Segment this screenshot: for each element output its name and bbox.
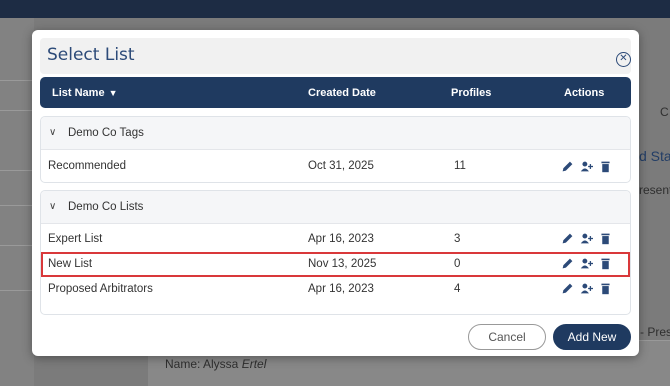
group-header[interactable]: ∨ Demo Co Tags [41, 117, 630, 150]
cancel-button[interactable]: Cancel [468, 324, 546, 350]
table-row[interactable]: Proposed Arbitrators Apr 16, 2023 4 [41, 277, 630, 302]
chevron-down-icon[interactable]: ∨ [49, 127, 56, 138]
bg-text-fragment: resent [639, 183, 670, 197]
bg-text-fragment: - Pres [640, 325, 670, 339]
app-left-rail [0, 18, 34, 386]
modal-header: Select List ✕ [40, 38, 631, 74]
row-actions [561, 257, 612, 270]
column-header-profiles: Profiles [451, 87, 492, 99]
edit-pencil-icon[interactable] [561, 257, 574, 270]
list-name: Recommended [48, 160, 126, 172]
chevron-down-icon[interactable]: ∨ [49, 201, 56, 212]
table-row[interactable]: Recommended Oct 31, 2025 11 [41, 150, 630, 182]
add-user-icon[interactable] [580, 160, 593, 173]
divider [0, 80, 34, 81]
edit-pencil-icon[interactable] [561, 232, 574, 245]
table-row[interactable]: Expert List Apr 16, 2023 3 [41, 227, 630, 252]
profiles-count: 11 [454, 160, 466, 172]
list-name: New List [48, 258, 93, 270]
bg-heading-fragment: d Sta [639, 148, 670, 164]
edit-pencil-icon[interactable] [561, 282, 574, 295]
table-header: List Name ▼ Created Date Profiles Actions [40, 77, 631, 108]
row-actions [561, 160, 612, 173]
divider [0, 245, 34, 246]
row-actions [561, 282, 612, 295]
divider [0, 290, 34, 291]
bg-text-c: C [660, 105, 669, 119]
add-new-button[interactable]: Add New [553, 324, 631, 350]
group-header[interactable]: ∨ Demo Co Lists [41, 191, 630, 224]
profiles-count: 3 [454, 233, 461, 245]
add-user-icon[interactable] [580, 282, 593, 295]
group-name: Demo Co Lists [68, 201, 144, 213]
edit-pencil-icon[interactable] [561, 160, 574, 173]
trash-icon[interactable] [599, 257, 612, 270]
divider [0, 110, 34, 111]
created-date: Apr 16, 2023 [308, 233, 374, 245]
row-actions [561, 232, 612, 245]
group-demo-co-lists: ∨ Demo Co Lists Expert List Apr 16, 2023… [40, 190, 631, 315]
select-list-modal: Select List ✕ List Name ▼ Created Date Pr… [32, 30, 639, 356]
group-name: Demo Co Tags [68, 127, 144, 139]
sort-down-icon[interactable]: ▼ [109, 88, 118, 98]
profiles-count: 4 [454, 283, 461, 295]
app-top-bar [0, 0, 670, 18]
created-date: Oct 31, 2025 [308, 160, 374, 172]
list-name: Expert List [48, 233, 103, 245]
created-date: Nov 13, 2025 [308, 258, 377, 270]
group-demo-co-tags: ∨ Demo Co Tags Recommended Oct 31, 2025 … [40, 116, 631, 183]
modal-title: Select List [47, 45, 135, 65]
modal-footer: Cancel Add New [40, 320, 631, 350]
trash-icon[interactable] [599, 282, 612, 295]
divider [0, 170, 34, 171]
table-row-highlighted[interactable]: New List Nov 13, 2025 0 [41, 252, 630, 277]
bg-profile-name: Name: Alyssa Ertel [165, 357, 267, 371]
column-header-list-name[interactable]: List Name ▼ [52, 87, 118, 99]
created-date: Apr 16, 2023 [308, 283, 374, 295]
close-icon[interactable]: ✕ [616, 52, 631, 67]
add-user-icon[interactable] [580, 257, 593, 270]
trash-icon[interactable] [599, 232, 612, 245]
column-header-actions: Actions [564, 87, 605, 99]
trash-icon[interactable] [599, 160, 612, 173]
add-user-icon[interactable] [580, 232, 593, 245]
divider [0, 205, 34, 206]
list-name: Proposed Arbitrators [48, 283, 153, 295]
column-header-created-date: Created Date [308, 87, 376, 99]
profiles-count: 0 [454, 258, 461, 270]
